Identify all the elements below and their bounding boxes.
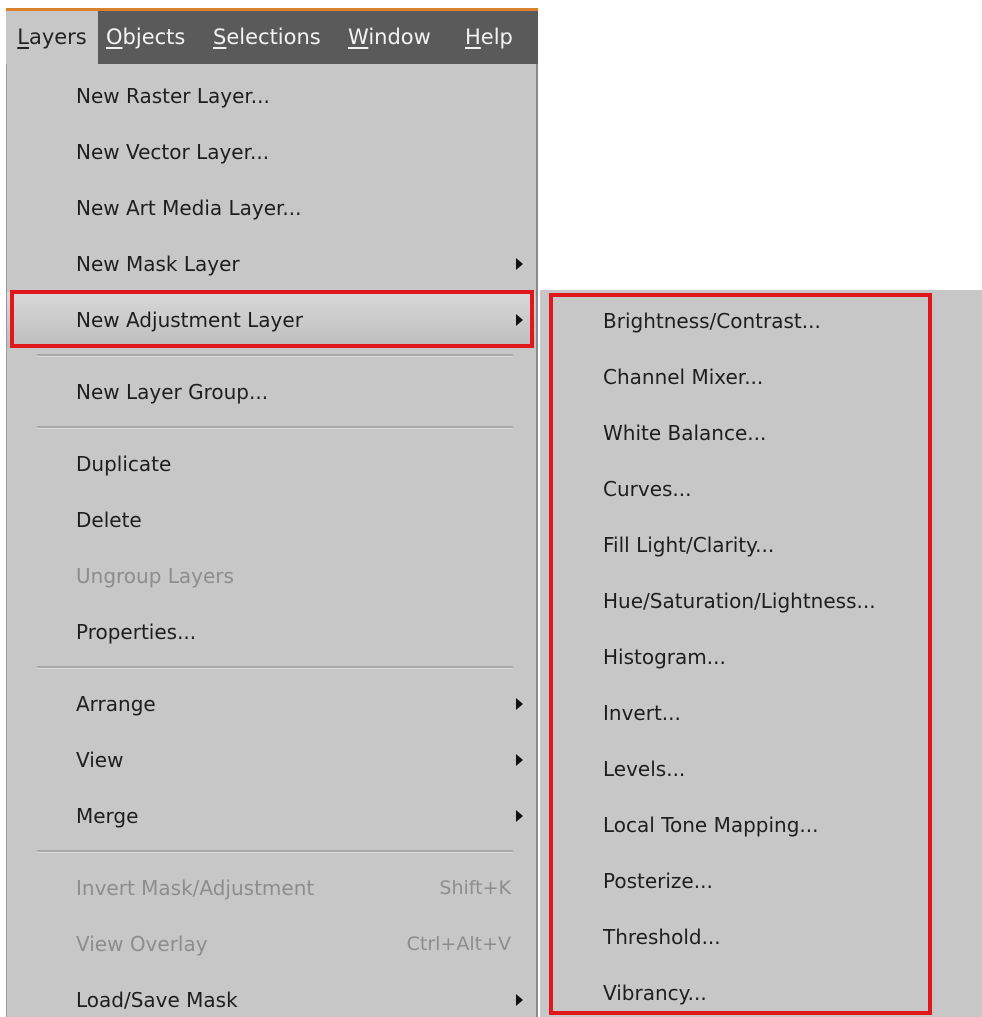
app-screen: Layers Objects Selections Window Help Ne… <box>0 0 982 1017</box>
submenu-item-label: Local Tone Mapping... <box>603 813 819 837</box>
submenu-item-label: Histogram... <box>603 645 726 669</box>
menu-objects[interactable]: Objects <box>106 11 185 64</box>
submenu-item-hue-saturation-lightness[interactable]: Hue/Saturation/Lightness... <box>540 573 982 629</box>
menu-item-label: View Overlay <box>76 932 208 956</box>
submenu-item-curves[interactable]: Curves... <box>540 461 982 517</box>
menu-item-label: Delete <box>76 508 142 532</box>
menu-item-new-layer-group[interactable]: New Layer Group... <box>7 364 535 420</box>
submenu-item-label: Curves... <box>603 477 692 501</box>
menu-item-label: New Raster Layer... <box>76 84 270 108</box>
menu-item-label: Arrange <box>76 692 156 716</box>
menu-layers[interactable]: Layers <box>6 11 98 64</box>
menu-separator <box>37 426 513 429</box>
submenu-item-label: Vibrancy... <box>603 981 707 1005</box>
submenu-item-label: Posterize... <box>603 869 713 893</box>
menu-item-label: Invert Mask/Adjustment <box>76 876 315 900</box>
menu-item-arrange[interactable]: Arrange <box>7 676 535 732</box>
menu-item-new-adjustment-layer[interactable]: New Adjustment Layer <box>7 292 535 348</box>
menu-item-label: New Mask Layer <box>76 252 240 276</box>
submenu-arrow-icon <box>516 754 523 766</box>
shortcut-label: Ctrl+Alt+V <box>406 933 511 955</box>
shortcut-label: Shift+K <box>439 877 511 899</box>
menu-selections[interactable]: Selections <box>213 11 321 64</box>
menu-item-label: New Vector Layer... <box>76 140 270 164</box>
menu-item-merge[interactable]: Merge <box>7 788 535 844</box>
submenu-item-label: Invert... <box>603 701 681 725</box>
submenu-item-label: Brightness/Contrast... <box>603 309 821 333</box>
menu-separator <box>37 850 513 853</box>
submenu-item-vibrancy[interactable]: Vibrancy... <box>540 965 982 1017</box>
menu-item-new-mask-layer[interactable]: New Mask Layer <box>7 236 535 292</box>
submenu-item-levels[interactable]: Levels... <box>540 741 982 797</box>
menu-item-properties[interactable]: Properties... <box>7 604 535 660</box>
submenu-item-label: White Balance... <box>603 421 767 445</box>
menu-item-label: Properties... <box>76 620 197 644</box>
menu-item-delete[interactable]: Delete <box>7 492 535 548</box>
menu-item-new-vector-layer[interactable]: New Vector Layer... <box>7 124 535 180</box>
submenu-arrow-icon <box>516 810 523 822</box>
menu-item-new-raster-layer[interactable]: New Raster Layer... <box>7 68 535 124</box>
menu-window[interactable]: Window <box>348 11 431 64</box>
menu-item-label: Merge <box>76 804 139 828</box>
menu-item-label: New Adjustment Layer <box>76 308 303 332</box>
submenu-arrow-icon <box>516 994 523 1006</box>
layers-dropdown-menu: New Raster Layer... New Vector Layer... … <box>6 64 538 1017</box>
submenu-item-posterize[interactable]: Posterize... <box>540 853 982 909</box>
menu-item-load-save-mask[interactable]: Load/Save Mask <box>7 972 535 1017</box>
menu-item-new-art-media-layer[interactable]: New Art Media Layer... <box>7 180 535 236</box>
menu-bar: Layers Objects Selections Window Help <box>6 8 538 64</box>
menu-item-view-overlay: View Overlay Ctrl+Alt+V <box>7 916 535 972</box>
submenu-item-label: Channel Mixer... <box>603 365 764 389</box>
submenu-arrow-icon <box>516 258 523 270</box>
menu-help[interactable]: Help <box>465 11 513 64</box>
menu-separator <box>37 666 513 669</box>
submenu-item-channel-mixer[interactable]: Channel Mixer... <box>540 349 982 405</box>
menu-item-label: Load/Save Mask <box>76 988 238 1012</box>
submenu-item-histogram[interactable]: Histogram... <box>540 629 982 685</box>
menu-item-view[interactable]: View <box>7 732 535 788</box>
submenu-item-label: Levels... <box>603 757 686 781</box>
menu-item-ungroup-layers: Ungroup Layers <box>7 548 535 604</box>
menu-item-duplicate[interactable]: Duplicate <box>7 436 535 492</box>
menu-item-label: Duplicate <box>76 452 172 476</box>
submenu-item-label: Hue/Saturation/Lightness... <box>603 589 876 613</box>
adjustment-layer-submenu: Brightness/Contrast... Channel Mixer... … <box>540 290 982 1017</box>
submenu-item-brightness-contrast[interactable]: Brightness/Contrast... <box>540 293 982 349</box>
submenu-item-invert[interactable]: Invert... <box>540 685 982 741</box>
menu-item-label: View <box>76 748 124 772</box>
submenu-item-label: Fill Light/Clarity... <box>603 533 775 557</box>
submenu-item-threshold[interactable]: Threshold... <box>540 909 982 965</box>
menu-item-label: New Layer Group... <box>76 380 269 404</box>
menu-item-label: Ungroup Layers <box>76 564 234 588</box>
menu-separator <box>37 354 513 357</box>
submenu-item-white-balance[interactable]: White Balance... <box>540 405 982 461</box>
menu-item-label: New Art Media Layer... <box>76 196 302 220</box>
submenu-arrow-icon <box>516 698 523 710</box>
menu-item-invert-mask-adjustment: Invert Mask/Adjustment Shift+K <box>7 860 535 916</box>
submenu-item-local-tone-mapping[interactable]: Local Tone Mapping... <box>540 797 982 853</box>
submenu-arrow-icon <box>516 314 523 326</box>
submenu-item-fill-light-clarity[interactable]: Fill Light/Clarity... <box>540 517 982 573</box>
submenu-item-label: Threshold... <box>603 925 721 949</box>
